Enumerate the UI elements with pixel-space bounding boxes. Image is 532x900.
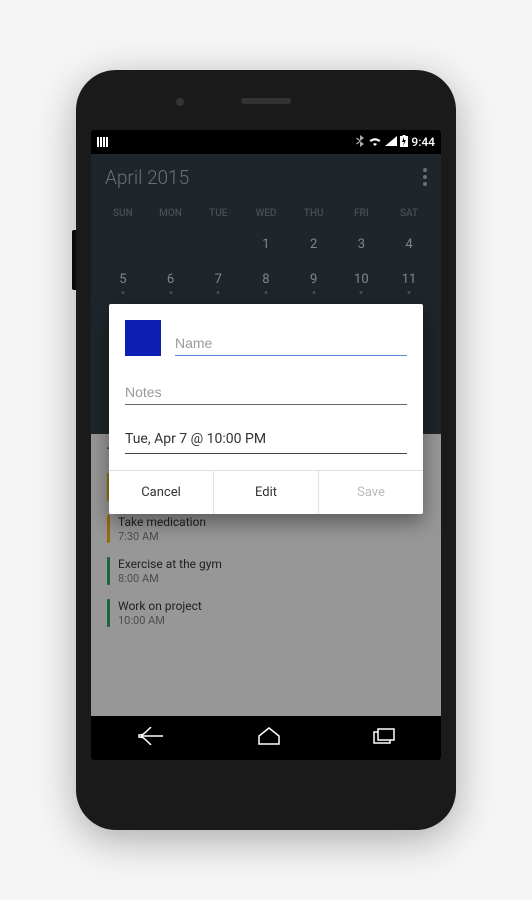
bluetooth-icon: [355, 135, 365, 150]
event-name-input[interactable]: [175, 331, 407, 356]
save-button[interactable]: Save: [319, 471, 423, 514]
front-camera: [176, 98, 184, 106]
event-notes-input[interactable]: [125, 380, 407, 405]
recents-icon[interactable]: [373, 728, 395, 748]
phone-device-frame: 9:44 April 2015 SUN MON TUE WED THU FRI …: [76, 70, 456, 830]
android-nav-bar: [91, 716, 441, 760]
status-bar: 9:44: [91, 130, 441, 154]
edit-button[interactable]: Edit: [214, 471, 319, 514]
status-time: 9:44: [411, 135, 435, 149]
wifi-icon: [368, 135, 382, 149]
cancel-button[interactable]: Cancel: [109, 471, 214, 514]
cellular-signal-icon: [385, 135, 397, 149]
back-icon[interactable]: [137, 727, 165, 749]
earpiece: [241, 98, 291, 104]
event-color-swatch[interactable]: [125, 320, 161, 356]
event-datetime-picker[interactable]: Tue, Apr 7 @ 10:00 PM: [125, 427, 407, 454]
home-icon[interactable]: [257, 727, 281, 749]
notification-icon: [97, 137, 108, 147]
battery-icon: [400, 135, 408, 150]
event-edit-dialog: Tue, Apr 7 @ 10:00 PM Cancel Edit Save: [109, 304, 423, 514]
side-button: [72, 230, 76, 290]
app-content: April 2015 SUN MON TUE WED THU FRI SAT -: [91, 154, 441, 716]
screen: 9:44 April 2015 SUN MON TUE WED THU FRI …: [91, 130, 441, 760]
